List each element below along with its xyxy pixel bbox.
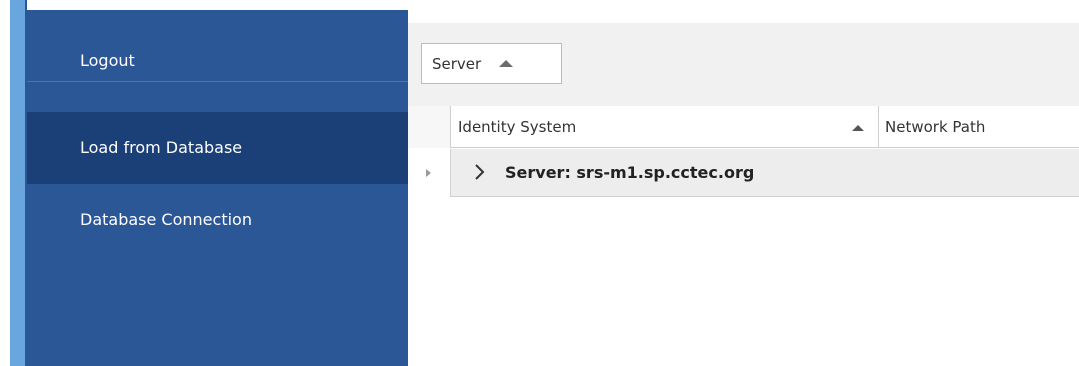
column-header-label: Identity System: [458, 118, 577, 136]
group-row-label: Server: srs-m1.sp.cctec.org: [505, 163, 755, 182]
row-indicator-header: [408, 106, 451, 148]
group-by-label: Server: [432, 54, 482, 73]
sort-ascending-icon: [499, 60, 514, 67]
triangle-right-icon: [426, 169, 431, 177]
group-by-server-chip[interactable]: Server: [421, 43, 562, 84]
sort-ascending-icon: [852, 125, 864, 131]
row-indicator: [408, 149, 451, 197]
sidebar-item-label: Logout: [80, 50, 135, 70]
column-header-label: Network Path: [885, 118, 986, 136]
sidebar-item-label: Database Connection: [80, 210, 252, 229]
sidebar-item-logout[interactable]: Logout: [27, 40, 408, 82]
accent-strip: [10, 0, 27, 366]
column-header-network-path[interactable]: Network Path: [879, 106, 1079, 148]
sidebar-item-label: Load from Database: [80, 138, 243, 157]
sidebar-item-load-from-database[interactable]: Load from Database: [27, 112, 408, 184]
sidebar-item-database-connection[interactable]: Database Connection: [27, 200, 408, 240]
column-header-identity-system[interactable]: Identity System: [452, 106, 879, 148]
sidebar-menu: Logout Load from Database Database Conne…: [27, 10, 408, 366]
window-frame: [0, 0, 10, 366]
tab-strip: [408, 0, 1079, 10]
chevron-right-icon[interactable]: [470, 162, 490, 182]
